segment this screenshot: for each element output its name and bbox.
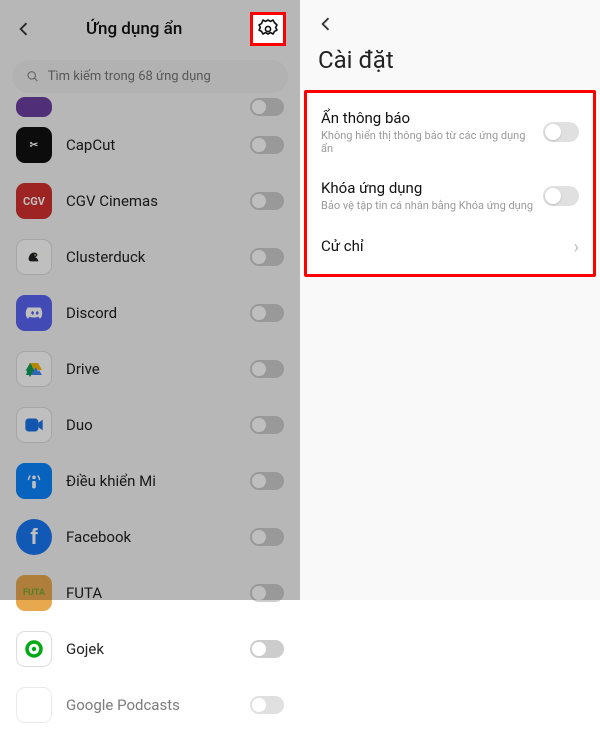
list-item[interactable]: f Facebook — [12, 509, 288, 565]
app-name: FUTA — [66, 584, 236, 602]
settings-pane: Cài đặt Ẩn thông báo Không hiển thị thôn… — [300, 0, 600, 600]
list-item[interactable]: Discord — [12, 285, 288, 341]
podcasts-icon — [16, 687, 52, 723]
list-item[interactable]: Drive — [12, 341, 288, 397]
hide-toggle[interactable] — [250, 528, 284, 546]
app-name: Điều khiển Mi — [66, 472, 236, 490]
clusterduck-icon — [16, 239, 52, 275]
search-input[interactable] — [48, 69, 274, 84]
hide-toggle[interactable] — [250, 304, 284, 322]
hide-toggle[interactable] — [250, 472, 284, 490]
settings-button[interactable] — [250, 12, 286, 46]
app-name: Drive — [66, 360, 236, 378]
back-button[interactable] — [14, 19, 34, 39]
list-item[interactable] — [12, 97, 288, 117]
setting-title: Cử chỉ — [321, 237, 566, 255]
list-item[interactable]: FUTA FUTA — [12, 565, 288, 621]
setting-title: Ẩn thông báo — [321, 109, 535, 127]
list-item[interactable]: Gojek — [12, 621, 288, 677]
facebook-icon: f — [16, 519, 52, 555]
app-icon — [16, 97, 52, 117]
app-name: Duo — [66, 416, 236, 434]
left-title: Ứng dụng ẩn — [86, 19, 182, 39]
left-header: Ứng dụng ẩn — [0, 0, 300, 54]
futa-icon: FUTA — [16, 575, 52, 611]
search-icon — [26, 69, 40, 84]
duo-icon — [16, 407, 52, 443]
app-name: Google Podcasts — [66, 696, 236, 714]
search-box[interactable] — [12, 60, 288, 93]
app-list: ✂ CapCut CGV CGV Cinemas Clusterduck Dis… — [0, 97, 300, 733]
hide-toggle[interactable] — [250, 584, 284, 602]
list-item[interactable]: CGV CGV Cinemas — [12, 173, 288, 229]
setting-title: Khóa ứng dụng — [321, 179, 535, 197]
setting-hide-notifications[interactable]: Ẩn thông báo Không hiển thị thông báo từ… — [307, 97, 593, 167]
list-item[interactable]: Google Podcasts — [12, 677, 288, 733]
gojek-icon — [16, 631, 52, 667]
toggle-switch[interactable] — [543, 186, 579, 206]
list-item[interactable]: Điều khiển Mi — [12, 453, 288, 509]
chevron-right-icon: › — [574, 237, 579, 258]
drive-icon — [16, 351, 52, 387]
settings-title: Cài đặt — [300, 42, 600, 88]
list-item[interactable]: Duo — [12, 397, 288, 453]
app-name: Facebook — [66, 528, 236, 546]
settings-highlight-box: Ẩn thông báo Không hiển thị thông báo từ… — [304, 90, 596, 277]
hide-toggle[interactable] — [250, 416, 284, 434]
app-name: Discord — [66, 304, 236, 322]
setting-app-lock[interactable]: Khóa ứng dụng Bảo vệ tập tin cá nhân bằn… — [307, 167, 593, 224]
gear-icon — [256, 17, 280, 41]
discord-icon — [16, 295, 52, 331]
setting-gesture[interactable]: Cử chỉ › — [307, 225, 593, 270]
app-name: Gojek — [66, 640, 236, 658]
cgv-icon: CGV — [16, 183, 52, 219]
hide-toggle[interactable] — [250, 192, 284, 210]
setting-subtitle: Bảo vệ tập tin cá nhân bằng Khóa ứng dụn… — [321, 199, 535, 212]
back-button[interactable] — [316, 14, 336, 34]
app-name: CapCut — [66, 136, 236, 154]
setting-subtitle: Không hiển thị thông báo từ các ứng dụng… — [321, 129, 535, 155]
mi-remote-icon — [16, 463, 52, 499]
hidden-apps-pane: Ứng dụng ẩn ✂ CapCut CGV CGV Cinemas Clu… — [0, 0, 300, 600]
hide-toggle[interactable] — [250, 696, 284, 714]
list-item[interactable]: Clusterduck — [12, 229, 288, 285]
hide-toggle[interactable] — [250, 640, 284, 658]
hide-toggle[interactable] — [250, 136, 284, 154]
toggle-switch[interactable] — [543, 122, 579, 142]
hide-toggle[interactable] — [250, 98, 284, 116]
hide-toggle[interactable] — [250, 360, 284, 378]
hide-toggle[interactable] — [250, 248, 284, 266]
app-name: Clusterduck — [66, 248, 236, 266]
app-name: CGV Cinemas — [66, 192, 236, 210]
right-header — [300, 0, 600, 42]
capcut-icon: ✂ — [16, 127, 52, 163]
list-item[interactable]: ✂ CapCut — [12, 117, 288, 173]
